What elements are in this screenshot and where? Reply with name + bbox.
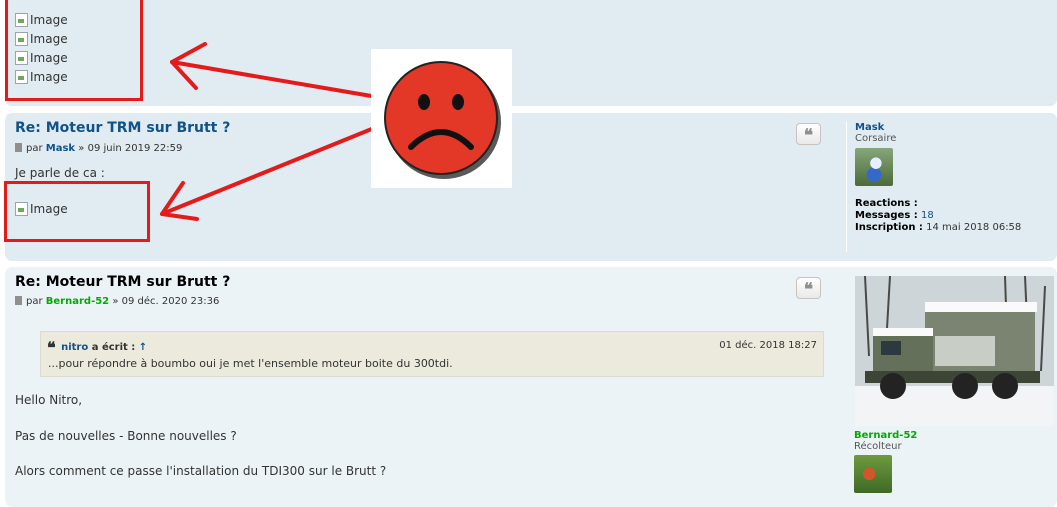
sad-face-icon: [384, 61, 501, 179]
annotation-arrows: [160, 42, 385, 221]
sad-face-panel: [371, 49, 512, 188]
